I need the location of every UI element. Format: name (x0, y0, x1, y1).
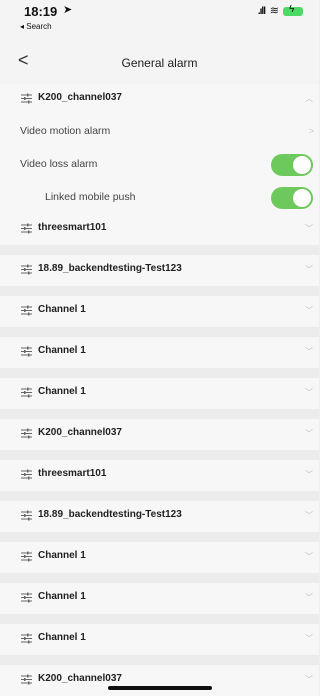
settings-sliders-icon (21, 387, 32, 398)
settings-sliders-icon (21, 346, 32, 357)
channel-group-title: Channel 1 (38, 550, 86, 561)
video-loss-alarm-label: Video loss alarm (20, 158, 98, 170)
channel-group-header[interactable]: Channel 1 ﹀ (0, 583, 319, 614)
status-bar: 18:19 ➤ ◂ Search .ıll ≋ ϟ (0, 0, 319, 44)
chevron-down-icon[interactable]: ﹀ (305, 305, 313, 316)
channel-group-title: threesmart101 (38, 222, 107, 233)
settings-sliders-icon (21, 305, 32, 316)
channel-group-title: K200_channel037 (38, 427, 122, 438)
battery-icon: ϟ (283, 4, 303, 16)
settings-sliders-icon (21, 223, 32, 234)
settings-sliders-icon (21, 93, 32, 104)
channel-group-header[interactable]: Channel 1 ﹀ (0, 296, 319, 327)
back-to-app-link[interactable]: ◂ Search (20, 22, 52, 31)
chevron-up-icon[interactable]: ︿ (305, 93, 313, 104)
wifi-icon: ≋ (269, 5, 279, 17)
divider (0, 245, 319, 255)
settings-sliders-icon (21, 551, 32, 562)
channel-group-header[interactable]: Channel 1 ﹀ (0, 624, 319, 655)
channel-group-title: 18.89_backendtesting-Test123 (38, 509, 182, 520)
settings-sliders-icon (21, 469, 32, 480)
divider (0, 614, 319, 624)
channel-group-header[interactable]: 18.89_backendtesting-Test123 ﹀ (0, 255, 319, 286)
settings-sliders-icon (21, 264, 32, 275)
channel-group-title: Channel 1 (38, 345, 86, 356)
channel-group-header[interactable]: Channel 1 ﹀ (0, 378, 319, 409)
settings-sliders-icon (21, 510, 32, 521)
linked-mobile-push-toggle[interactable] (271, 187, 313, 209)
video-motion-alarm-label: Video motion alarm (20, 125, 111, 137)
settings-sliders-icon (21, 674, 32, 685)
channel-group-header[interactable]: 18.89_backendtesting-Test123 ﹀ (0, 501, 319, 532)
navigation-bar: < General alarm (0, 44, 319, 84)
channel-group-title: Channel 1 (38, 304, 86, 315)
chevron-right-icon[interactable]: > (309, 126, 314, 136)
divider (0, 450, 319, 460)
toggle-knob (293, 156, 311, 174)
chevron-down-icon[interactable]: ﹀ (305, 633, 313, 644)
linked-mobile-push-label: Linked mobile push (45, 191, 136, 203)
chevron-down-icon[interactable]: ﹀ (305, 674, 313, 685)
channel-group-header[interactable]: threesmart101 ﹀ (0, 460, 319, 491)
channel-group-header[interactable]: K200_channel037 ︿ (0, 84, 319, 115)
channel-group-title: 18.89_backendtesting-Test123 (38, 263, 182, 274)
settings-sliders-icon (21, 592, 32, 603)
divider (0, 655, 319, 665)
video-loss-alarm-row: Video loss alarm (0, 148, 319, 181)
chevron-down-icon[interactable]: ﹀ (305, 264, 313, 275)
channel-group-header[interactable]: threesmart101 ﹀ (0, 214, 319, 245)
toggle-knob (293, 189, 311, 207)
settings-sliders-icon (21, 633, 32, 644)
divider (0, 368, 319, 378)
channel-group-header[interactable]: K200_channel037 ﹀ (0, 665, 319, 696)
chevron-down-icon[interactable]: ﹀ (305, 551, 313, 562)
channel-group-title: Channel 1 (38, 632, 86, 643)
signal-icon: .ıll (257, 6, 266, 17)
page-title: General alarm (121, 56, 198, 70)
divider (0, 573, 319, 583)
divider (0, 327, 319, 337)
chevron-down-icon[interactable]: ﹀ (305, 223, 313, 234)
channel-group-header[interactable]: Channel 1 ﹀ (0, 542, 319, 573)
settings-sliders-icon (21, 428, 32, 439)
location-icon: ➤ (63, 4, 73, 16)
channel-group-header[interactable]: Channel 1 ﹀ (0, 337, 319, 368)
home-indicator (108, 686, 212, 690)
divider (0, 286, 319, 296)
video-motion-alarm-row[interactable]: Video motion alarm > (0, 115, 319, 148)
channel-group-header[interactable]: K200_channel037 ﹀ (0, 419, 319, 450)
channel-group-title: K200_channel037 (38, 673, 122, 684)
channel-group-title: K200_channel037 (38, 92, 122, 103)
channel-group-title: threesmart101 (38, 468, 107, 479)
chevron-down-icon[interactable]: ﹀ (305, 592, 313, 603)
chevron-down-icon[interactable]: ﹀ (305, 510, 313, 521)
chevron-down-icon[interactable]: ﹀ (305, 346, 313, 357)
divider (0, 409, 319, 419)
channel-group-title: Channel 1 (38, 386, 86, 397)
linked-mobile-push-row: Linked mobile push (0, 181, 319, 214)
divider (0, 491, 319, 501)
chevron-down-icon[interactable]: ﹀ (305, 387, 313, 398)
collapsed-groups: threesmart101 ﹀ 18.89_backendtesting-Test1… (0, 214, 319, 696)
alarm-channel-list: K200_channel037 ︿ Video motion alarm > V… (0, 84, 319, 696)
video-loss-alarm-toggle[interactable] (271, 154, 313, 176)
status-time: 18:19 (24, 4, 58, 19)
divider (0, 532, 319, 542)
chevron-down-icon[interactable]: ﹀ (305, 428, 313, 439)
chevron-down-icon[interactable]: ﹀ (305, 469, 313, 480)
channel-group-title: Channel 1 (38, 591, 86, 602)
